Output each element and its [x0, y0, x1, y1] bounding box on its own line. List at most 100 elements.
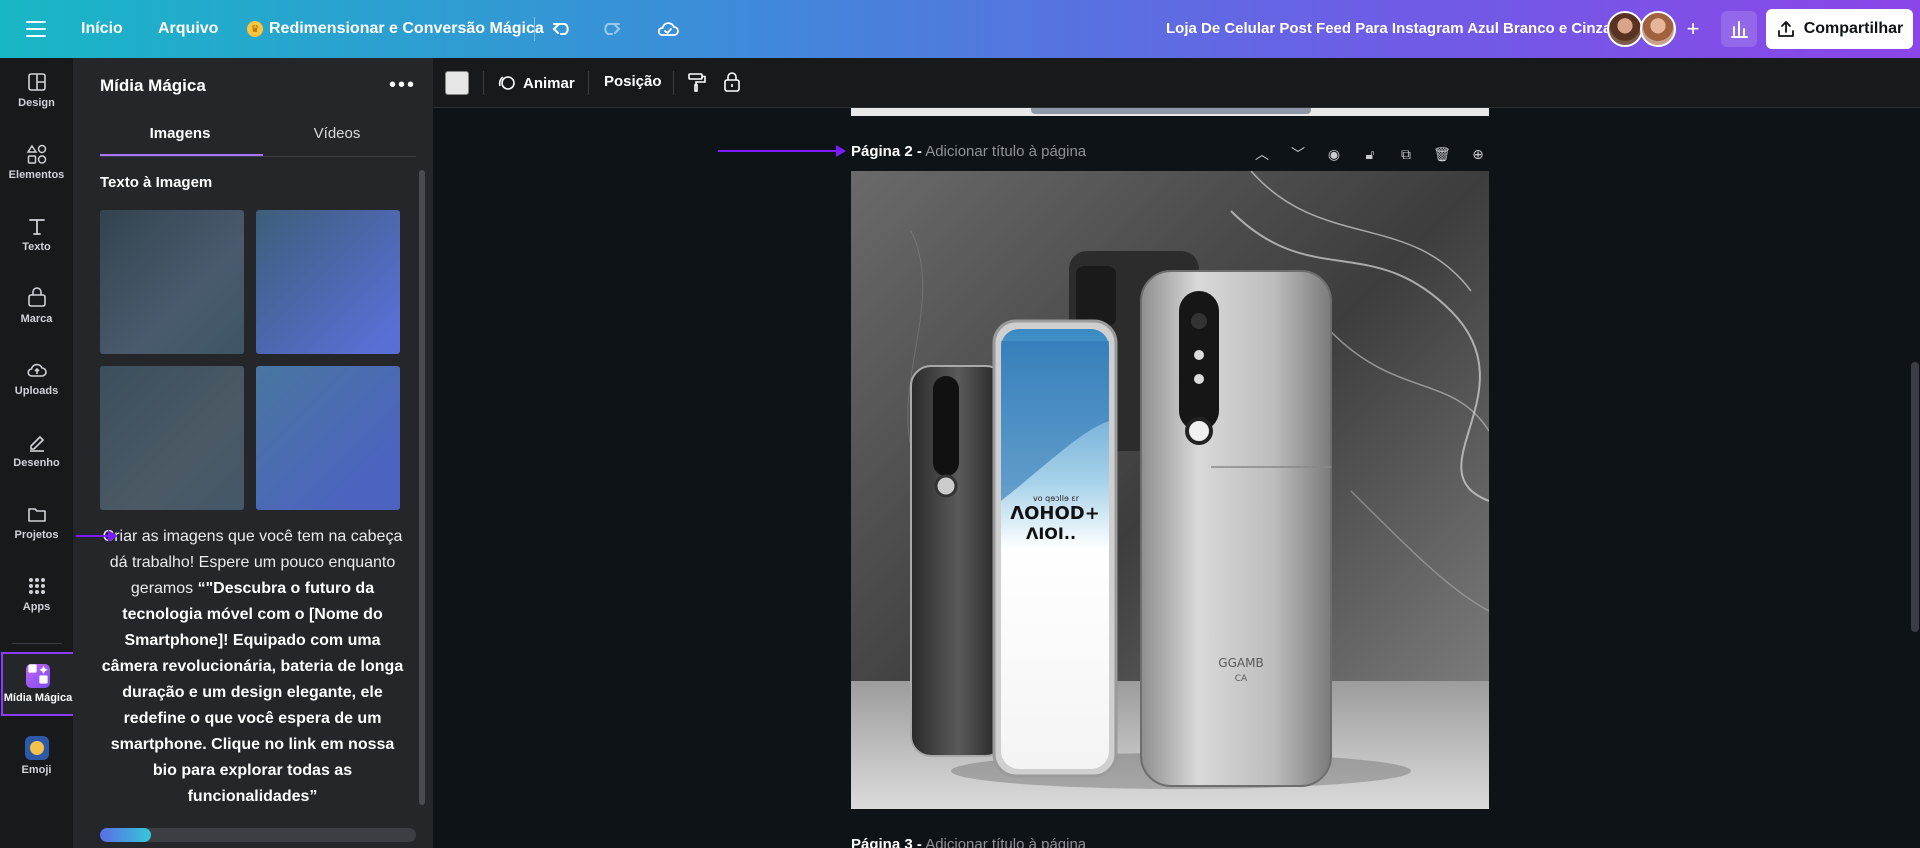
magic-media-panel: Mídia Mágica ••• Imagens Vídeos Texto à …	[73, 58, 433, 848]
rail-item-text[interactable]: Texto	[0, 202, 73, 266]
design-page[interactable]: vo qɘɔllɘ ɛr ɅOHOD+ ɅIOI.. GGAMB CA	[851, 171, 1489, 809]
generated-image-placeholder	[256, 210, 400, 354]
share-button[interactable]: Compartilhar	[1766, 9, 1913, 49]
rail-label: Design	[18, 97, 55, 109]
cloud-upload-icon	[26, 363, 47, 377]
active-tab-indicator	[100, 154, 263, 156]
document-title[interactable]: Loja De Celular Post Feed Para Instagram…	[1166, 20, 1611, 37]
rail-item-draw[interactable]: Desenho	[0, 418, 73, 482]
rail-label: Mídia Mágica	[3, 692, 73, 704]
annotation-arrow	[718, 145, 846, 157]
page-label: Página 2 -	[851, 143, 922, 160]
topbar-divider	[534, 17, 535, 41]
pen-icon	[29, 435, 44, 452]
phone-screen-small-text: vo qɘɔllɘ ɛr	[1033, 494, 1080, 503]
generated-image-placeholder	[100, 366, 244, 510]
toolbar-divider	[588, 71, 589, 95]
hamburger-menu-icon[interactable]	[26, 19, 46, 39]
generation-progress-bar	[100, 828, 416, 842]
upload-share-icon	[1777, 21, 1794, 37]
generated-image-placeholder	[256, 366, 400, 510]
tab-videos[interactable]: Vídeos	[257, 110, 417, 156]
toolbar-divider	[673, 71, 674, 95]
rail-label: Marca	[20, 313, 53, 325]
undo-icon[interactable]	[550, 16, 576, 42]
add-page-title[interactable]: Adicionar título à página	[925, 143, 1086, 160]
paint-roller-icon[interactable]	[685, 70, 709, 94]
rail-label: Desenho	[13, 457, 60, 469]
rail-item-uploads[interactable]: Uploads	[0, 346, 73, 410]
chevron-down-icon[interactable]: ﹀	[1287, 143, 1309, 165]
page-label: Página 3 -	[851, 836, 922, 848]
context-toolbar: Animar Posição	[433, 58, 1920, 108]
position-button[interactable]: Posição	[604, 73, 662, 90]
smartphone-product-image: vo qɘɔllɘ ɛr ɅOHOD+ ɅIOI.. GGAMB CA	[851, 171, 1489, 809]
avatar[interactable]	[1607, 11, 1643, 47]
more-options-icon[interactable]: •••	[389, 75, 416, 95]
rail-item-projects[interactable]: Projetos	[0, 490, 73, 554]
magic-resize-button[interactable]: ♛ Redimensionar e Conversão Mágica	[247, 20, 544, 38]
section-title: Texto à Imagem	[100, 174, 213, 191]
folder-icon	[27, 508, 46, 522]
top-bar: Início Arquivo ♛ Redimensionar e Convers…	[0, 0, 1920, 58]
editor-canvas: Página 2 - Adicionar título à página ︿ ﹀…	[433, 108, 1920, 848]
toolbar-divider	[483, 71, 484, 95]
rail-label: Emoji	[21, 764, 52, 776]
lock-icon[interactable]	[720, 70, 744, 94]
previous-page-bottom	[851, 108, 1489, 116]
add-page-title[interactable]: Adicionar título à página	[925, 836, 1086, 848]
page-header: Página 3 - Adicionar título à página	[851, 836, 1489, 848]
phone-screen-text: ɅOHOD+	[1010, 503, 1100, 524]
rail-label: Texto	[22, 241, 51, 253]
progress-fill	[100, 828, 151, 842]
cloud-saved-icon[interactable]	[655, 16, 681, 42]
hide-page-icon[interactable]: ◉	[1323, 143, 1345, 165]
avatar[interactable]	[1640, 11, 1676, 47]
tab-images[interactable]: Imagens	[100, 110, 260, 156]
page-header: Página 2 - Adicionar título à página ︿ ﹀…	[851, 143, 1489, 167]
file-menu-button[interactable]: Arquivo	[158, 20, 218, 38]
canvas-scrollbar[interactable]	[1911, 362, 1919, 632]
redo-icon[interactable]	[597, 16, 623, 42]
insights-button[interactable]	[1721, 11, 1757, 47]
phone-back-logo-text: GGAMB	[1218, 656, 1263, 670]
rail-label: Projetos	[14, 529, 59, 541]
annotation-arrow	[76, 530, 118, 542]
panel-title: Mídia Mágica	[100, 76, 206, 95]
text-icon	[28, 219, 45, 235]
magic-resize-label: Redimensionar e Conversão Mágica	[269, 20, 544, 37]
add-page-icon[interactable]: ⊕	[1467, 143, 1489, 165]
shapes-icon	[26, 144, 46, 164]
home-button[interactable]: Início	[81, 20, 123, 38]
generated-image-placeholder	[100, 210, 244, 354]
animate-label: Animar	[523, 74, 575, 92]
color-swatch[interactable]	[445, 71, 469, 95]
rail-item-emoji[interactable]: Emoji	[0, 724, 73, 788]
rail-item-elements[interactable]: Elementos	[0, 130, 73, 194]
phone-back-logo-text: CA	[1235, 674, 1248, 684]
rail-item-apps[interactable]: Apps	[0, 562, 73, 626]
generating-message: Criar as imagens que você tem na cabeça …	[100, 524, 405, 810]
rail-label: Apps	[22, 601, 51, 613]
bar-chart-icon	[1731, 21, 1748, 38]
media-tabs: Imagens Vídeos	[100, 110, 416, 156]
rail-item-design[interactable]: Design	[0, 58, 73, 122]
delete-page-icon[interactable]: 🗑︎	[1431, 143, 1453, 165]
chevron-up-icon[interactable]: ︿	[1251, 143, 1273, 165]
magic-media-icon	[26, 664, 50, 688]
duplicate-page-icon[interactable]: ⧉	[1395, 143, 1417, 165]
rail-item-brand[interactable]: Marca	[0, 274, 73, 338]
add-collaborator-button[interactable]: +	[1676, 12, 1710, 46]
panel-scrollbar[interactable]	[419, 170, 425, 805]
emoji-icon	[24, 736, 49, 760]
generating-prompt: “"Descubra o futuro da tecnologia móvel …	[101, 580, 404, 805]
tabs-divider	[100, 156, 416, 157]
apps-grid-icon	[28, 578, 45, 594]
animate-button[interactable]: Animar	[497, 73, 575, 93]
phone-screen-text: ɅIOI..	[1026, 524, 1076, 543]
brand-kit-icon	[27, 287, 46, 307]
page-tools: ︿ ﹀ ◉ 🔓︎ ⧉ 🗑︎ ⊕	[1251, 143, 1489, 165]
rail-label: Uploads	[14, 385, 59, 397]
rail-item-magic-media[interactable]: Mídia Mágica	[1, 652, 75, 716]
lock-page-icon[interactable]: 🔓︎	[1359, 143, 1381, 165]
